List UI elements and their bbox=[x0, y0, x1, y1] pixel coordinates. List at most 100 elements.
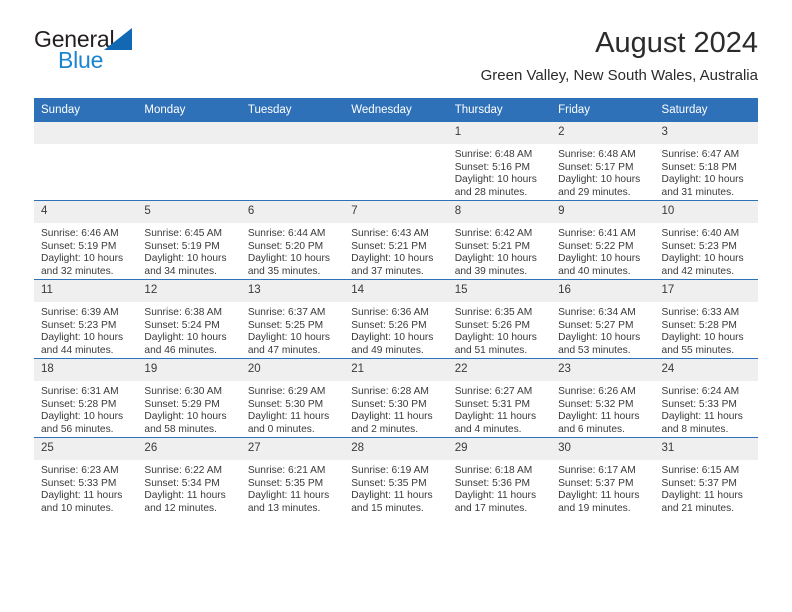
sunrise-time: Sunrise: 6:44 AM bbox=[247, 228, 326, 239]
calendar-day-cell[interactable]: 13 Sunrise: 6:37 AM Sunset: 5:25 PM Dayligh… bbox=[240, 279, 345, 359]
daylight-duration-line1: Daylight: 10 hours bbox=[454, 253, 537, 265]
day-number: 17 bbox=[654, 280, 758, 302]
calendar-day-cell[interactable]: 3 Sunrise: 6:47 AM Sunset: 5:18 PM Daylight… bbox=[654, 122, 758, 201]
calendar-week-row: 1 Sunrise: 6:48 AM Sunset: 5:16 PM Daylight… bbox=[34, 122, 758, 201]
calendar-day-cell[interactable]: 28 Sunrise: 6:19 AM Sunset: 5:35 PM Dayligh… bbox=[344, 437, 448, 516]
day-number bbox=[344, 122, 448, 144]
sunrise-time: Sunrise: 6:38 AM bbox=[144, 307, 223, 318]
sunset-time: Sunset: 5:28 PM bbox=[41, 398, 117, 410]
day-details: Sunrise: 6:45 AM Sunset: 5:19 PM Daylight:… bbox=[137, 223, 240, 278]
sunrise-time: Sunrise: 6:40 AM bbox=[661, 228, 740, 239]
daylight-duration-line1: Daylight: 10 hours bbox=[661, 253, 744, 265]
daylight-duration-line2: and 15 minutes. bbox=[351, 502, 424, 514]
daylight-duration-line1: Daylight: 11 hours bbox=[454, 490, 537, 502]
calendar-day-cell[interactable]: 16 Sunrise: 6:34 AM Sunset: 5:27 PM Dayligh… bbox=[551, 279, 655, 359]
sunset-time: Sunset: 5:24 PM bbox=[144, 319, 220, 331]
calendar-day-cell[interactable]: 18 Sunrise: 6:31 AM Sunset: 5:28 PM Dayligh… bbox=[34, 358, 138, 438]
day-number: 28 bbox=[344, 438, 448, 460]
daylight-duration-line1: Daylight: 11 hours bbox=[351, 411, 433, 423]
calendar-day-cell[interactable]: 19 Sunrise: 6:30 AM Sunset: 5:29 PM Dayligh… bbox=[137, 358, 241, 438]
sunrise-time: Sunrise: 6:30 AM bbox=[144, 386, 223, 397]
calendar-day-cell[interactable]: 10 Sunrise: 6:40 AM Sunset: 5:23 PM Dayligh… bbox=[654, 200, 758, 280]
sunset-time: Sunset: 5:21 PM bbox=[454, 240, 531, 252]
calendar-day-cell[interactable]: 11 Sunrise: 6:39 AM Sunset: 5:23 PM Dayligh… bbox=[34, 279, 138, 359]
sunset-time: Sunset: 5:30 PM bbox=[351, 398, 427, 410]
daylight-duration-line1: Daylight: 10 hours bbox=[41, 253, 124, 265]
calendar-day-cell[interactable]: 14 Sunrise: 6:36 AM Sunset: 5:26 PM Dayligh… bbox=[344, 279, 448, 359]
daylight-duration-line1: Daylight: 10 hours bbox=[41, 332, 124, 344]
calendar-day-cell[interactable]: 26 Sunrise: 6:22 AM Sunset: 5:34 PM Dayligh… bbox=[137, 437, 241, 516]
triangle-icon bbox=[104, 28, 132, 50]
daylight-duration-line1: Daylight: 10 hours bbox=[41, 411, 124, 423]
calendar-day-cell[interactable]: 12 Sunrise: 6:38 AM Sunset: 5:24 PM Dayligh… bbox=[137, 279, 241, 359]
sunrise-time: Sunrise: 6:39 AM bbox=[41, 307, 119, 318]
sunrise-time: Sunrise: 6:35 AM bbox=[454, 307, 533, 318]
calendar-day-cell[interactable]: 5 Sunrise: 6:45 AM Sunset: 5:19 PM Daylight… bbox=[137, 200, 241, 280]
sunrise-time: Sunrise: 6:21 AM bbox=[247, 465, 326, 476]
page-header: General Blue August 2024 Green Valley, N… bbox=[34, 0, 758, 90]
daylight-duration-line2: and 53 minutes. bbox=[558, 344, 631, 356]
calendar-day-cell[interactable]: 9 Sunrise: 6:41 AM Sunset: 5:22 PM Daylight… bbox=[551, 200, 655, 280]
calendar-day-cell[interactable]: 22 Sunrise: 6:27 AM Sunset: 5:31 PM Dayligh… bbox=[447, 358, 552, 438]
daylight-duration-line2: and 10 minutes. bbox=[41, 502, 114, 514]
sunrise-time: Sunrise: 6:37 AM bbox=[247, 307, 326, 318]
sunset-time: Sunset: 5:33 PM bbox=[661, 398, 737, 410]
daylight-duration-line1: Daylight: 10 hours bbox=[351, 253, 434, 265]
sunset-time: Sunset: 5:35 PM bbox=[247, 477, 324, 489]
calendar-day-cell[interactable]: 29 Sunrise: 6:18 AM Sunset: 5:36 PM Dayligh… bbox=[447, 437, 552, 516]
daylight-duration-line2: and 44 minutes. bbox=[41, 344, 114, 356]
weekday-header-saturday: Saturday bbox=[654, 98, 758, 122]
daylight-duration-line2: and 46 minutes. bbox=[144, 344, 217, 356]
daylight-duration-line2: and 39 minutes. bbox=[454, 265, 528, 277]
calendar-day-cell[interactable]: 31 Sunrise: 6:15 AM Sunset: 5:37 PM Dayligh… bbox=[654, 437, 758, 516]
calendar-day-cell[interactable]: 23 Sunrise: 6:26 AM Sunset: 5:32 PM Dayligh… bbox=[551, 358, 655, 438]
day-number: 8 bbox=[447, 201, 552, 223]
page-subtitle: Green Valley, New South Wales, Australia bbox=[480, 67, 758, 84]
weekday-header-sunday: Sunday bbox=[34, 98, 138, 122]
calendar-day-cell[interactable]: 4 Sunrise: 6:46 AM Sunset: 5:19 PM Daylight… bbox=[34, 200, 138, 280]
brand-name-blue: Blue bbox=[58, 47, 104, 73]
calendar-empty-cell bbox=[344, 122, 448, 201]
sunrise-time: Sunrise: 6:48 AM bbox=[454, 149, 533, 160]
daylight-duration-line2: and 47 minutes. bbox=[247, 344, 321, 356]
calendar-day-cell[interactable]: 21 Sunrise: 6:28 AM Sunset: 5:30 PM Dayligh… bbox=[344, 358, 448, 438]
calendar-week-row: 4 Sunrise: 6:46 AM Sunset: 5:19 PM Daylight… bbox=[34, 200, 758, 280]
calendar-day-cell[interactable]: 6 Sunrise: 6:44 AM Sunset: 5:20 PM Daylight… bbox=[240, 200, 345, 280]
sunrise-time: Sunrise: 6:19 AM bbox=[351, 465, 429, 476]
daylight-duration-line1: Daylight: 11 hours bbox=[144, 490, 226, 502]
calendar-day-cell[interactable]: 1 Sunrise: 6:48 AM Sunset: 5:16 PM Daylight… bbox=[447, 122, 552, 201]
calendar-day-cell[interactable]: 2 Sunrise: 6:48 AM Sunset: 5:17 PM Daylight… bbox=[551, 122, 655, 201]
daylight-duration-line2: and 28 minutes. bbox=[454, 186, 528, 198]
daylight-duration-line1: Daylight: 10 hours bbox=[351, 332, 434, 344]
calendar-day-cell[interactable]: 7 Sunrise: 6:43 AM Sunset: 5:21 PM Daylight… bbox=[344, 200, 448, 280]
sunset-time: Sunset: 5:35 PM bbox=[351, 477, 427, 489]
calendar-day-cell[interactable]: 25 Sunrise: 6:23 AM Sunset: 5:33 PM Dayligh… bbox=[34, 437, 138, 516]
calendar-day-cell[interactable]: 27 Sunrise: 6:21 AM Sunset: 5:35 PM Dayligh… bbox=[240, 437, 345, 516]
page-title: August 2024 bbox=[595, 27, 758, 59]
day-details: Sunrise: 6:18 AM Sunset: 5:36 PM Daylight:… bbox=[448, 460, 551, 515]
calendar-day-cell[interactable]: 24 Sunrise: 6:24 AM Sunset: 5:33 PM Dayligh… bbox=[654, 358, 758, 438]
calendar-day-cell[interactable]: 8 Sunrise: 6:42 AM Sunset: 5:21 PM Daylight… bbox=[447, 200, 552, 280]
brand-logo[interactable]: General Blue bbox=[34, 26, 149, 78]
calendar-day-cell[interactable]: 20 Sunrise: 6:29 AM Sunset: 5:30 PM Dayligh… bbox=[240, 358, 345, 438]
daylight-duration-line1: Daylight: 10 hours bbox=[558, 253, 641, 265]
sunset-time: Sunset: 5:31 PM bbox=[454, 398, 531, 410]
calendar-day-cell[interactable]: 17 Sunrise: 6:33 AM Sunset: 5:28 PM Dayligh… bbox=[654, 279, 758, 359]
calendar-day-cell[interactable]: 30 Sunrise: 6:17 AM Sunset: 5:37 PM Dayligh… bbox=[551, 437, 655, 516]
daylight-duration-line1: Daylight: 11 hours bbox=[41, 490, 123, 502]
day-number: 2 bbox=[551, 122, 655, 144]
sunset-time: Sunset: 5:25 PM bbox=[247, 319, 324, 331]
calendar-empty-cell bbox=[34, 122, 138, 201]
calendar-day-cell[interactable]: 15 Sunrise: 6:35 AM Sunset: 5:26 PM Dayligh… bbox=[447, 279, 552, 359]
day-number: 13 bbox=[240, 280, 345, 302]
sunrise-time: Sunrise: 6:22 AM bbox=[144, 465, 223, 476]
day-number: 30 bbox=[551, 438, 655, 460]
sunset-time: Sunset: 5:30 PM bbox=[247, 398, 324, 410]
day-details: Sunrise: 6:31 AM Sunset: 5:28 PM Daylight:… bbox=[34, 381, 137, 436]
day-details: Sunrise: 6:17 AM Sunset: 5:37 PM Daylight:… bbox=[551, 460, 654, 515]
day-details: Sunrise: 6:28 AM Sunset: 5:30 PM Daylight:… bbox=[344, 381, 447, 436]
day-number: 10 bbox=[654, 201, 758, 223]
daylight-duration-line1: Daylight: 10 hours bbox=[454, 174, 537, 186]
daylight-duration-line1: Daylight: 10 hours bbox=[558, 174, 641, 186]
calendar-empty-cell bbox=[240, 122, 345, 201]
